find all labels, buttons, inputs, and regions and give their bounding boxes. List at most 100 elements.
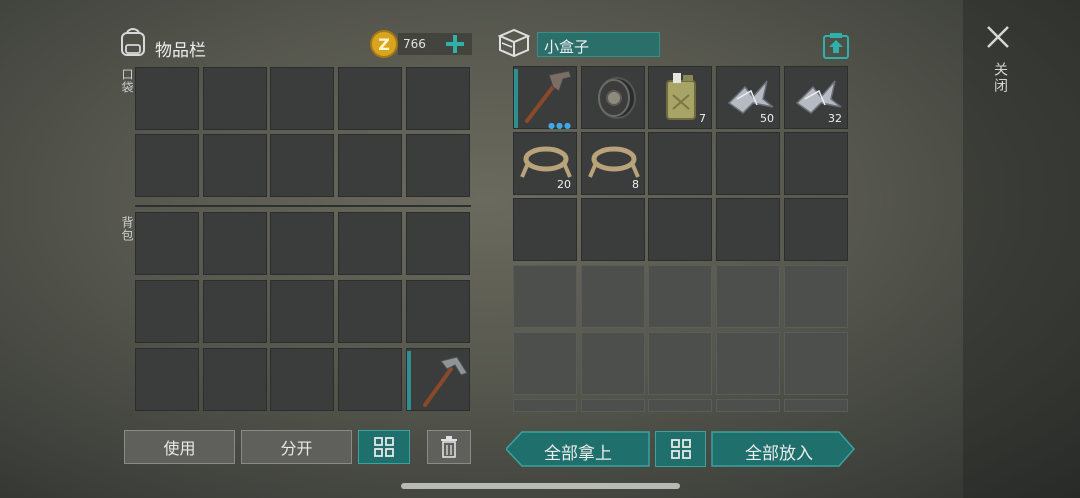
item-count: 8 xyxy=(632,178,639,191)
backpack-slot[interactable] xyxy=(406,212,470,275)
backpack-slot[interactable] xyxy=(135,280,199,343)
backpack-slot[interactable] xyxy=(270,212,334,275)
container-slot[interactable] xyxy=(648,198,712,261)
locked-slot xyxy=(784,265,848,328)
container-slot[interactable] xyxy=(716,198,780,261)
backpack-slot[interactable] xyxy=(135,348,199,411)
metal-scrap-icon xyxy=(727,80,774,114)
container-name-field[interactable]: 小盒子 xyxy=(537,32,660,57)
equipped-marker xyxy=(407,351,411,410)
pocket-slot[interactable] xyxy=(135,67,199,130)
backpack-slot[interactable] xyxy=(338,280,402,343)
take-all-label: 全部拿上 xyxy=(544,444,612,464)
put-all-button[interactable]: 全部放入 xyxy=(711,431,855,467)
split-button[interactable]: 分开 xyxy=(241,430,352,464)
locked-slot xyxy=(784,332,848,395)
container-slot[interactable]: 32 xyxy=(784,66,848,129)
backpack-slot[interactable] xyxy=(135,212,199,275)
backpack-slot[interactable] xyxy=(203,212,267,275)
sort-grid-icon xyxy=(374,437,394,457)
pocket-slot[interactable] xyxy=(203,134,267,197)
pocket-slot[interactable] xyxy=(406,67,470,130)
locked-slot xyxy=(648,265,712,328)
locked-slot xyxy=(513,265,577,328)
pocket-slot[interactable] xyxy=(338,67,402,130)
inventory-title: 物品栏 xyxy=(155,41,206,61)
close-label: 关闭 xyxy=(992,62,1008,94)
trash-button[interactable] xyxy=(427,430,471,464)
backpack-slot[interactable] xyxy=(270,348,334,411)
locked-slot xyxy=(581,265,645,328)
backpack-icon xyxy=(116,25,150,59)
upload-button[interactable] xyxy=(822,32,850,60)
svg-text:Z: Z xyxy=(378,35,390,54)
pocket-slot[interactable] xyxy=(270,67,334,130)
container-slot[interactable] xyxy=(513,198,577,261)
use-button[interactable]: 使用 xyxy=(124,430,235,464)
sort-container-button[interactable] xyxy=(655,431,706,467)
locked-slot xyxy=(648,399,712,412)
container-name: 小盒子 xyxy=(544,38,590,56)
equipped-marker xyxy=(514,69,518,128)
take-all-button[interactable]: 全部拿上 xyxy=(506,431,650,467)
backpack-slot[interactable] xyxy=(338,212,402,275)
item-count: 32 xyxy=(828,112,842,125)
item-count: 7 xyxy=(699,112,706,125)
container-slot[interactable]: 7 xyxy=(648,66,712,129)
section-divider xyxy=(135,205,471,207)
container-slot[interactable]: 50 xyxy=(716,66,780,129)
backpack-slot[interactable] xyxy=(338,348,402,411)
coin-count: 766 xyxy=(403,37,426,51)
locked-slot xyxy=(716,332,780,395)
trash-icon xyxy=(441,436,457,458)
backpack-slot[interactable] xyxy=(270,280,334,343)
right-strip xyxy=(963,0,1080,498)
backpack-slot[interactable] xyxy=(203,280,267,343)
pickaxe-icon xyxy=(423,356,468,407)
locked-slot xyxy=(513,399,577,412)
locked-slot xyxy=(581,399,645,412)
close-button[interactable]: 关闭 xyxy=(983,22,1013,102)
gas-can-icon xyxy=(666,73,696,120)
item-count: 50 xyxy=(760,112,774,125)
backpack-slot[interactable] xyxy=(406,348,470,411)
container-slot[interactable] xyxy=(648,132,712,195)
backpack-slot[interactable] xyxy=(406,280,470,343)
upload-icon xyxy=(823,33,849,59)
pocket-label: 口袋 xyxy=(120,68,134,94)
backpack-slot[interactable] xyxy=(203,348,267,411)
container-slot[interactable]: 8 xyxy=(581,132,645,195)
rope-icon xyxy=(520,146,572,178)
pocket-slot[interactable] xyxy=(338,134,402,197)
pocket-slot[interactable] xyxy=(406,134,470,197)
home-indicator xyxy=(401,483,680,489)
box-icon xyxy=(496,26,532,60)
locked-slot xyxy=(716,265,780,328)
plus-icon xyxy=(446,35,464,53)
pocket-slot[interactable] xyxy=(270,134,334,197)
locked-slot xyxy=(716,399,780,412)
sort-button[interactable] xyxy=(358,430,410,464)
container-slot[interactable] xyxy=(716,132,780,195)
rope-icon xyxy=(588,146,640,178)
add-coins-button[interactable] xyxy=(444,33,466,55)
put-all-label: 全部放入 xyxy=(745,444,813,464)
pickaxe-icon xyxy=(525,70,572,123)
backpack-label: 背包 xyxy=(120,216,134,242)
container-slot[interactable] xyxy=(784,132,848,195)
durability-dots: ●●● xyxy=(548,121,572,130)
sort-grid-icon xyxy=(670,439,691,459)
container-slot[interactable] xyxy=(581,198,645,261)
pocket-slot[interactable] xyxy=(203,67,267,130)
pocket-slot[interactable] xyxy=(135,134,199,197)
locked-slot xyxy=(784,399,848,412)
container-slot[interactable] xyxy=(581,66,645,129)
container-slot[interactable] xyxy=(784,198,848,261)
close-icon xyxy=(987,26,1009,48)
locked-slot xyxy=(581,332,645,395)
metal-scrap-icon xyxy=(795,80,842,114)
container-slot[interactable]: 20 xyxy=(513,132,577,195)
locked-slot xyxy=(648,332,712,395)
container-slot[interactable]: ●●● xyxy=(513,66,577,130)
locked-slot xyxy=(513,332,577,395)
